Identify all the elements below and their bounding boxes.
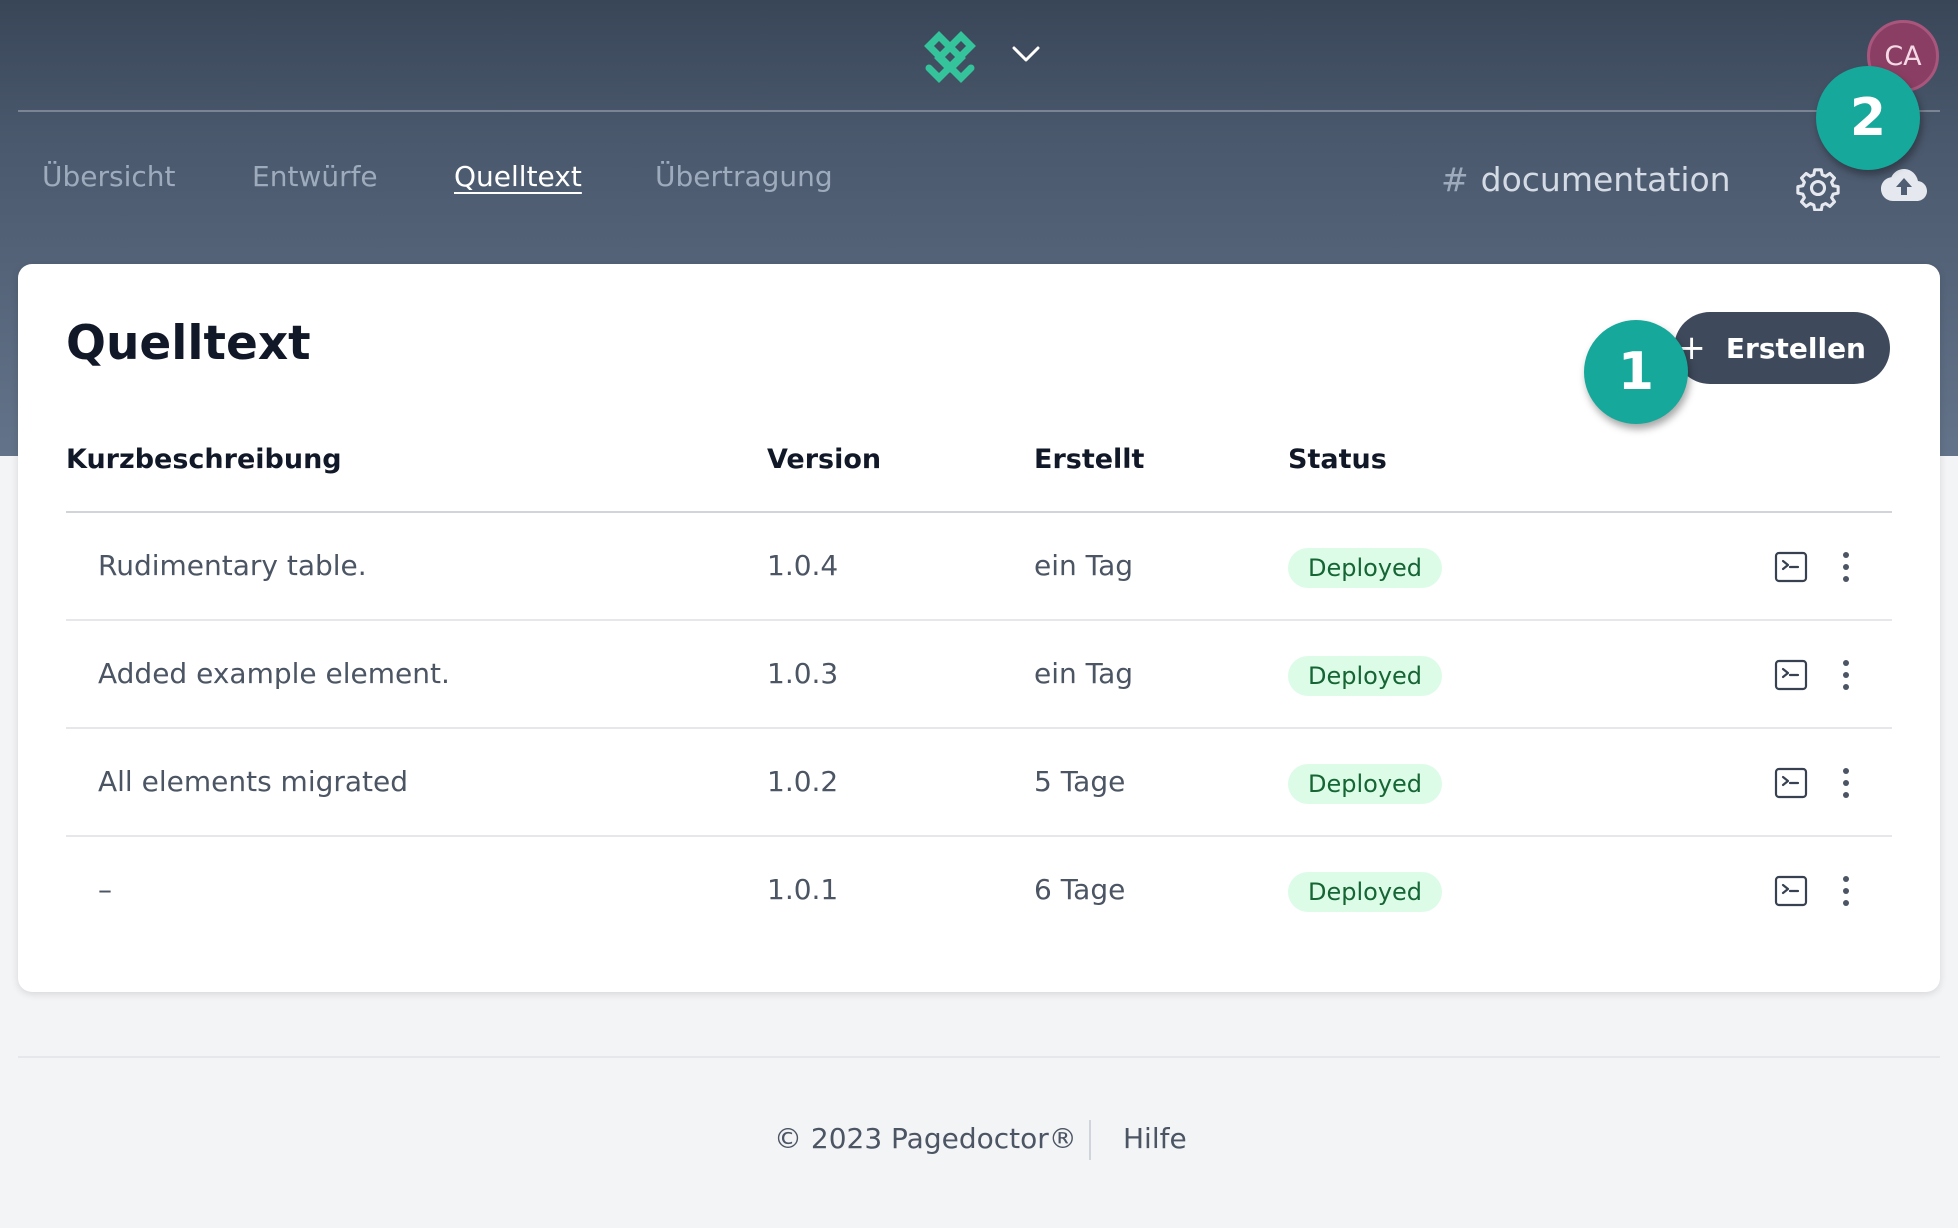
tab-uebertragung[interactable]: Übertragung	[655, 160, 833, 193]
help-link[interactable]: Hilfe	[1123, 1122, 1187, 1155]
row-version: 1.0.1	[767, 873, 839, 906]
terminal-icon[interactable]	[1774, 659, 1808, 691]
table-row: Rudimentary table. 1.0.4 ein Tag Deploye…	[66, 513, 1892, 621]
table-header: Kurzbeschreibung Version Erstellt Status	[66, 444, 1892, 492]
hash-icon: #	[1441, 160, 1469, 199]
cloud-upload-icon[interactable]	[1880, 165, 1928, 209]
column-header-status: Status	[1288, 444, 1387, 475]
footer-divider	[18, 1056, 1940, 1058]
pagedoctor-logo-icon[interactable]	[917, 24, 983, 90]
row-description: All elements migrated	[98, 765, 409, 798]
chevron-down-icon[interactable]	[1006, 38, 1046, 72]
status-badge: Deployed	[1288, 656, 1443, 696]
more-vertical-icon[interactable]	[1836, 765, 1856, 801]
create-button-label: Erstellen	[1725, 331, 1866, 365]
gear-icon[interactable]	[1795, 165, 1841, 211]
column-header-created: Erstellt	[1034, 444, 1145, 475]
status-badge: Deployed	[1288, 548, 1443, 588]
row-created: ein Tag	[1034, 549, 1134, 582]
table-row: Added example element. 1.0.3 ein Tag Dep…	[66, 621, 1892, 729]
tab-uebersicht[interactable]: Übersicht	[42, 160, 176, 193]
callout-marker-1: 1	[1584, 320, 1688, 424]
status-badge: Deployed	[1288, 764, 1443, 804]
terminal-icon[interactable]	[1774, 551, 1808, 583]
create-button[interactable]: + Erstellen	[1674, 312, 1890, 384]
more-vertical-icon[interactable]	[1836, 549, 1856, 585]
row-description: Rudimentary table.	[98, 549, 367, 582]
column-header-version: Version	[767, 444, 882, 475]
terminal-icon[interactable]	[1774, 767, 1808, 799]
row-description: –	[98, 873, 112, 906]
top-bar: CA	[0, 0, 1958, 110]
callout-marker-2: 2	[1816, 66, 1920, 170]
more-vertical-icon[interactable]	[1836, 657, 1856, 693]
tab-quelltext[interactable]: Quelltext	[454, 160, 582, 193]
row-created: 5 Tage	[1034, 765, 1126, 798]
row-version: 1.0.4	[767, 549, 839, 582]
row-created: ein Tag	[1034, 657, 1134, 690]
table-row: – 1.0.1 6 Tage Deployed	[66, 837, 1892, 945]
row-description: Added example element.	[98, 657, 450, 690]
row-version: 1.0.3	[767, 657, 839, 690]
row-created: 6 Tage	[1034, 873, 1126, 906]
copyright-text: © 2023 Pagedoctor®	[774, 1122, 1077, 1155]
column-header-description: Kurzbeschreibung	[66, 444, 342, 475]
repository-name: documentation	[1480, 160, 1731, 199]
more-vertical-icon[interactable]	[1836, 873, 1856, 909]
status-badge: Deployed	[1288, 872, 1443, 912]
row-version: 1.0.2	[767, 765, 839, 798]
header-divider	[18, 110, 1940, 112]
repository-selector[interactable]: # documentation	[1441, 160, 1731, 199]
footer: © 2023 Pagedoctor® Hilfe	[0, 1120, 1958, 1162]
terminal-icon[interactable]	[1774, 875, 1808, 907]
table-row: All elements migrated 1.0.2 5 Tage Deplo…	[66, 729, 1892, 837]
page-title: Quelltext	[66, 316, 311, 371]
tab-entwuerfe[interactable]: Entwürfe	[252, 160, 378, 193]
footer-separator	[1089, 1120, 1091, 1160]
